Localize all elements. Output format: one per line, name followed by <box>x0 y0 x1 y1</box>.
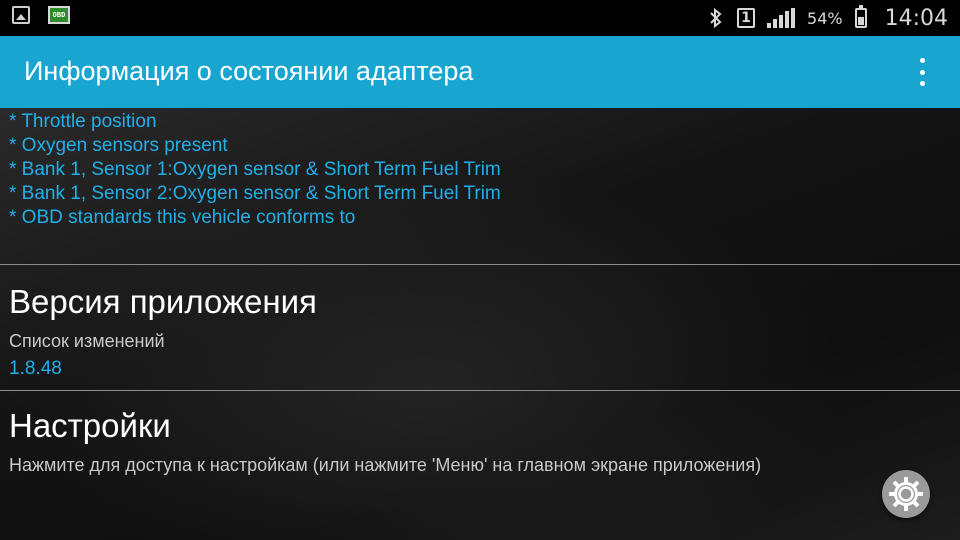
signal-icon <box>767 8 796 28</box>
sim-slot-number: 1 <box>741 10 751 26</box>
app-version-value: 1.8.48 <box>9 358 62 379</box>
list-item: * OBD standards this vehicle conforms to <box>9 207 356 228</box>
supported-pid-list: * Throttle position * Oxygen sensors pres… <box>9 110 501 230</box>
settings-summary: Нажмите для доступа к настройкам (или на… <box>9 455 762 475</box>
obd-badge-text: OBD <box>52 11 66 19</box>
connect-button[interactable] <box>882 470 930 518</box>
status-bar: OBD 1 54% 14:04 <box>0 0 960 36</box>
list-item: * Oxygen sensors present <box>9 135 228 156</box>
app-bar: Информация о состоянии адаптера <box>0 36 960 108</box>
list-item: * Bank 1, Sensor 1:Oxygen sensor & Short… <box>9 159 501 180</box>
overflow-menu-icon[interactable] <box>914 58 930 86</box>
clock: 14:04 <box>884 5 948 31</box>
bluetooth-icon <box>707 8 725 28</box>
settings-title: Настройки <box>9 407 171 444</box>
battery-icon <box>854 5 867 28</box>
power-gear-icon <box>889 477 923 511</box>
settings-row[interactable]: Настройки Нажмите для доступа к настройк… <box>0 391 960 540</box>
obd-app-icon: OBD <box>48 6 70 24</box>
gallery-icon <box>12 6 30 24</box>
app-version-title: Версия приложения <box>9 283 317 320</box>
app-version-summary: Список изменений <box>9 331 165 351</box>
battery-level-fill <box>857 17 864 25</box>
list-item: * Throttle position <box>9 111 157 132</box>
app-version-row[interactable]: Версия приложения Список изменений 1.8.4… <box>0 265 960 390</box>
list-item: * Bank 1, Sensor 2:Oxygen sensor & Short… <box>9 183 501 204</box>
battery-percent: 54% <box>807 8 843 28</box>
content-area: * Throttle position * Oxygen sensors pres… <box>0 108 960 540</box>
page-title: Информация о состоянии адаптера <box>24 56 474 86</box>
sim-slot-icon: 1 <box>737 8 756 28</box>
